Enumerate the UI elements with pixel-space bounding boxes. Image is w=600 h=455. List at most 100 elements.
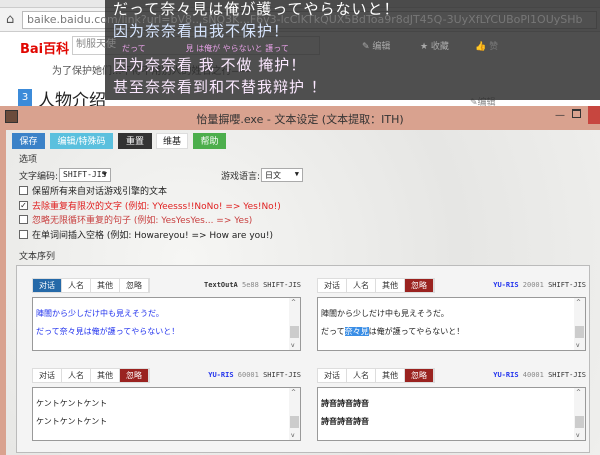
baidu-logo[interactable]: Bai百科 (20, 38, 69, 57)
overlay-translation-line: 因为奈奈看 我 不做 掩护！ (113, 56, 307, 74)
window-title: 怡量摒嚶.exe - 文本设定 (文本提取：ITH) (196, 113, 404, 126)
text-line: だって奈々見は俺が護ってやらないと！ (321, 326, 464, 337)
scroll-down-icon[interactable]: v (576, 432, 580, 439)
thread-encoding: SHIFT-JIS (548, 281, 586, 289)
thread-tabs: 对话 人名 其他 忽略 (317, 368, 435, 383)
tab-dialogue[interactable]: 对话 (318, 369, 347, 382)
thread-text-box[interactable]: 詩音詩音詩音 詩音詩音詩音 ^ v (317, 387, 586, 441)
tab-name[interactable]: 人名 (62, 369, 91, 382)
scroll-down-icon[interactable]: v (291, 342, 295, 349)
scroll-up-icon[interactable]: ^ (291, 299, 296, 306)
save-button[interactable]: 保存 (12, 133, 45, 149)
tab-other[interactable]: 其他 (91, 369, 120, 382)
help-button[interactable]: 帮助 (193, 133, 226, 149)
insert-spaces-checkbox[interactable] (19, 230, 28, 239)
tab-name[interactable]: 人名 (347, 369, 376, 382)
scroll-down-icon[interactable]: v (291, 432, 295, 439)
language-select[interactable]: 日文 ▼ (261, 168, 303, 182)
like-link[interactable]: 👍 赞 (475, 42, 498, 53)
tab-name[interactable]: 人名 (62, 279, 91, 292)
thread-text-box[interactable]: 陣闇から少しだけ中も見えそうだ。 だって奈々見は俺が護ってやらないと！ ^ v (32, 297, 301, 351)
section-number: 3 (18, 89, 32, 107)
overlay-translation-line: 因为奈奈看由我不保护！ (113, 22, 290, 40)
text-thread-panel: 对话 人名 其他 忽略 YU-RIS 40001 SHIFT-JIS 詩音詩音詩… (317, 368, 586, 442)
checkbox-label: 忽略无限循环重复的句子 (例如: YesYesYes... => Yes) (32, 216, 253, 226)
tab-other[interactable]: 其他 (376, 369, 405, 382)
text-line: だって奈々見は俺が護ってやらないと！ (36, 327, 180, 336)
scroll-thumb[interactable] (290, 326, 299, 338)
scrollbar[interactable]: ^ v (289, 388, 300, 440)
reset-button[interactable]: 重置 (118, 133, 152, 149)
text-thread-panel: 对话 人名 其他 忽略 YU-RIS 60001 SHIFT-JIS ケントケン… (32, 368, 301, 442)
engine-name: YU-RIS (208, 371, 234, 379)
scroll-down-icon[interactable]: v (576, 342, 580, 349)
close-button[interactable] (588, 106, 600, 124)
scrollbar[interactable]: ^ v (574, 298, 585, 350)
remove-finite-repeat-checkbox[interactable]: ✓ (19, 201, 28, 210)
encoding-value: SHIFT-JIS (63, 170, 107, 179)
overlay-furigana-line: だって 見 は俺が やらないと 護って (122, 44, 289, 53)
chevron-down-icon: ▼ (294, 170, 299, 178)
text-line: ケントケントケント (36, 417, 108, 426)
text-thread-panel: 对话 人名 其他 忽略 TextOutA 5e88 SHIFT-JIS 陣闇から… (32, 278, 301, 352)
wiki-button[interactable]: 维基 (156, 133, 188, 149)
language-label: 游戏语言: (221, 172, 261, 182)
minimize-button[interactable]: — (555, 110, 565, 121)
thread-id: 60001 (237, 371, 259, 379)
tab-dialogue[interactable]: 对话 (33, 369, 62, 382)
scroll-thumb[interactable] (290, 416, 299, 428)
text-line: ケントケントケント (36, 399, 108, 408)
thread-info: YU-RIS 20001 SHIFT-JIS (493, 281, 586, 289)
thread-id: 5e88 (241, 281, 259, 289)
tab-ignore[interactable]: 忽略 (120, 279, 149, 292)
overlay-translation-line: 甚至奈奈看到和不替我辩护 ！ (113, 78, 327, 96)
engine-name: YU-RIS (493, 281, 519, 289)
tab-ignore[interactable]: 忽略 (120, 369, 149, 382)
language-value: 日文 (265, 171, 281, 180)
scroll-up-icon[interactable]: ^ (291, 389, 296, 396)
thread-tabs: 对话 人名 其他 忽略 (32, 368, 150, 383)
thread-encoding: SHIFT-JIS (263, 371, 301, 379)
checkbox-label: 保留所有来自对话游戏引擎的文本 (32, 187, 168, 197)
tab-other[interactable]: 其他 (91, 279, 120, 292)
home-icon[interactable]: ⌂ (6, 12, 14, 27)
options-label: 选项 (19, 155, 38, 165)
scroll-up-icon[interactable]: ^ (576, 299, 581, 306)
scrollbar[interactable]: ^ v (289, 298, 300, 350)
thread-tabs: 对话 人名 其他 忽略 (32, 278, 150, 293)
thread-tabs: 对话 人名 其他 忽略 (317, 278, 435, 293)
thread-text-box[interactable]: ケントケントケント ケントケントケント ^ v (32, 387, 301, 441)
scroll-thumb[interactable] (575, 326, 584, 338)
edit-special-code-button[interactable]: 编辑/特殊码 (50, 133, 113, 149)
keep-all-text-checkbox[interactable] (19, 186, 28, 195)
text-sequence-label: 文本序列 (19, 252, 56, 262)
tab-name[interactable]: 人名 (347, 279, 376, 292)
scrollbar[interactable]: ^ v (574, 388, 585, 440)
checkbox-label: 在单词间插入空格 (例如: Howareyou! => How are you!… (32, 231, 273, 241)
tab-ignore[interactable]: 忽略 (405, 279, 434, 292)
thread-id: 20001 (522, 281, 544, 289)
thread-info: YU-RIS 40001 SHIFT-JIS (493, 371, 586, 379)
chevron-down-icon: ▼ (102, 170, 107, 178)
checkbox-label: 去除重复有限次的文字 (例如: YYeesss!!NoNo! => Yes!No… (32, 202, 281, 212)
overlay-original-line: だって奈々見は俺が護ってやらないと！ (113, 0, 400, 18)
selected-text[interactable]: 奈々見 (344, 327, 369, 336)
ignore-infinite-repeat-checkbox[interactable] (19, 215, 28, 224)
thread-text-box[interactable]: 陣闇から少しだけ中も見えそうだ。 だって奈々見は俺が護ってやらないと！ ^ v (317, 297, 586, 351)
edit-link[interactable]: ✎ 编辑 (362, 42, 390, 53)
scroll-thumb[interactable] (575, 416, 584, 428)
maximize-button[interactable] (572, 109, 581, 118)
tab-other[interactable]: 其他 (376, 279, 405, 292)
tab-dialogue[interactable]: 对话 (33, 279, 62, 292)
scroll-up-icon[interactable]: ^ (576, 389, 581, 396)
tab-ignore[interactable]: 忽略 (405, 369, 434, 382)
engine-name: TextOutA (204, 281, 238, 289)
encoding-select[interactable]: SHIFT-JIS ▼ (59, 168, 111, 182)
text-segment: は俺が護ってやらないと！ (368, 327, 465, 336)
encoding-label: 文字编码: (19, 172, 59, 182)
tab-dialogue[interactable]: 对话 (318, 279, 347, 292)
thread-id: 40001 (522, 371, 544, 379)
text-thread-panel: 对话 人名 其他 忽略 YU-RIS 20001 SHIFT-JIS 陣闇から少… (317, 278, 586, 352)
text-line: 詩音詩音詩音 (321, 417, 369, 426)
favorite-link[interactable]: ★ 收藏 (420, 42, 449, 53)
